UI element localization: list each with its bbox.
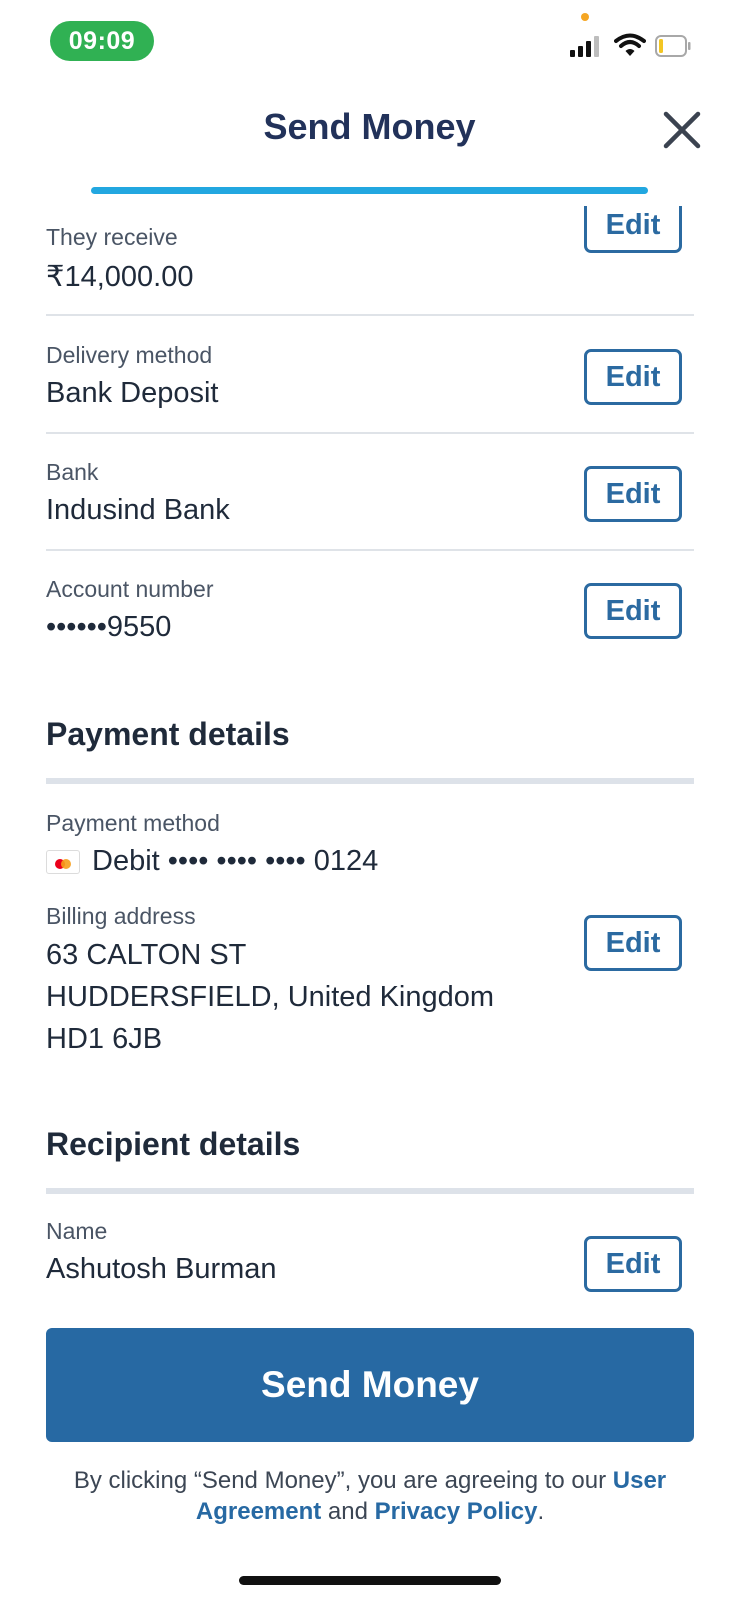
edit-delivery-method-button[interactable]: Edit [584, 349, 682, 405]
edit-account-number-button[interactable]: Edit [584, 583, 682, 639]
battery-icon [655, 35, 691, 57]
payment-details-heading: Payment details [46, 716, 290, 752]
mastercard-icon [46, 850, 80, 875]
recipient-details-heading: Recipient details [46, 1126, 301, 1162]
send-money-button[interactable]: Send Money [46, 1328, 694, 1442]
review-details-list[interactable]: They receive ₹14,000.00 Edit Delivery me… [0, 206, 739, 1306]
they-receive-value: ₹14,000.00 [46, 261, 194, 293]
payment-method-label: Payment method [46, 810, 220, 836]
legal-and: and [321, 1498, 375, 1525]
cellular-signal-icon [570, 36, 599, 57]
billing-address-line-3: HD1 6JB [46, 1023, 163, 1055]
privacy-indicator-dot [581, 13, 589, 21]
legal-prefix: By clicking “Send Money”, you are agreei… [73, 1467, 613, 1494]
edit-recipient-name-button[interactable]: Edit [584, 1236, 682, 1292]
detail-payment-method: Payment method Debit •••• •••• •••• 0124 [46, 810, 694, 878]
progress-bar [91, 187, 648, 194]
section-divider [46, 1188, 694, 1194]
section-divider [46, 778, 694, 784]
edit-amount-button[interactable]: Edit [584, 206, 682, 253]
legal-suffix: . [537, 1498, 545, 1525]
legal-notice: By clicking “Send Money”, you are agreei… [40, 1465, 700, 1527]
home-indicator[interactable] [239, 1576, 501, 1585]
payment-method-row: Debit •••• •••• •••• 0124 [46, 845, 694, 878]
divider [46, 432, 694, 434]
billing-address-line-2: HUDDERSFIELD, United Kingdom [46, 981, 495, 1013]
edit-billing-address-button[interactable]: Edit [584, 915, 682, 971]
privacy-policy-link[interactable]: Privacy Policy [375, 1498, 538, 1525]
close-icon[interactable] [662, 110, 702, 150]
status-bar: 09:09 [0, 0, 739, 80]
divider [46, 549, 694, 551]
divider [46, 314, 694, 316]
payment-method-value: Debit •••• •••• •••• 0124 [92, 845, 379, 877]
status-time: 09:09 [50, 21, 154, 61]
edit-bank-button[interactable]: Edit [584, 466, 682, 522]
page-title: Send Money [263, 106, 476, 147]
wifi-icon [614, 33, 646, 56]
